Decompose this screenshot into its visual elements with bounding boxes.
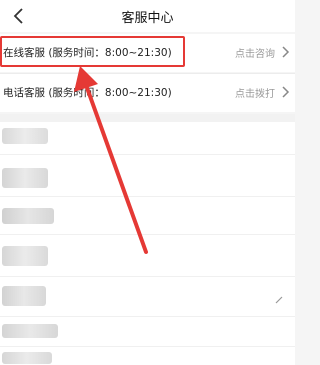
red-arrow-annotation [74,66,148,254]
